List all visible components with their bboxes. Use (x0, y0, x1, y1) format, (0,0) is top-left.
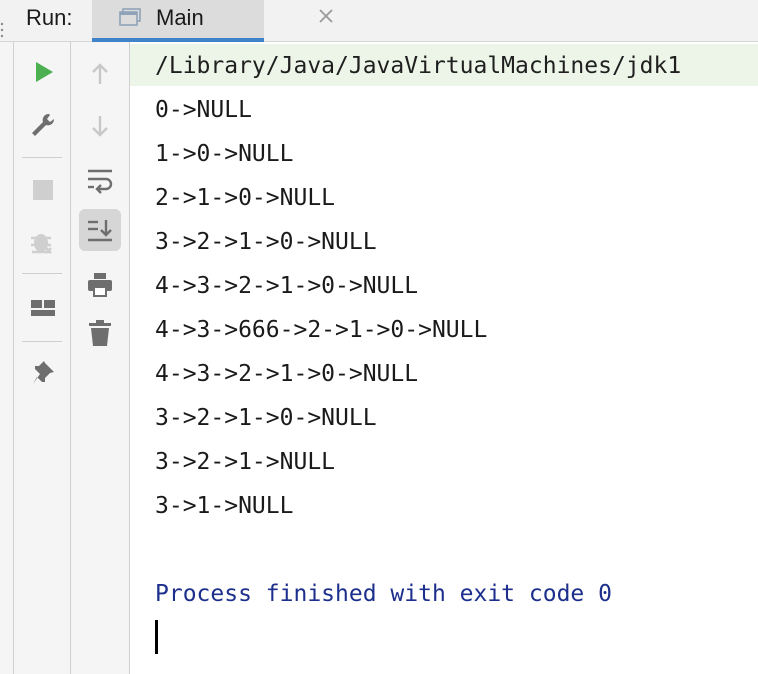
toolbar-divider (22, 341, 62, 342)
run-header: Run: Main (0, 0, 758, 42)
output-line: 4->3->2->1->0->NULL (155, 361, 419, 387)
scroll-to-end-icon[interactable] (86, 216, 114, 244)
arrow-down-icon[interactable] (86, 112, 114, 140)
toolbar-divider (22, 157, 62, 158)
output-line: 0->NULL (155, 97, 252, 123)
console-icon (119, 8, 141, 26)
gutter-edge (13, 42, 14, 674)
soft-wrap-icon[interactable] (86, 167, 114, 195)
text-caret (155, 620, 158, 654)
pin-icon[interactable] (29, 360, 57, 388)
toolbar-divider (22, 273, 62, 274)
layout-icon[interactable] (29, 295, 57, 323)
tab-main-label: Main (156, 5, 204, 30)
toolbar-separator (70, 42, 71, 674)
process-finished-message: Process finished with exit code 0 (155, 581, 612, 607)
run-tool-window: Run: Main /Library/Java/JavaVirtualMachi… (0, 0, 758, 674)
console-output[interactable]: /Library/Java/JavaVirtualMachines/jdk1 0… (130, 42, 758, 674)
tab-main[interactable]: Main (92, 0, 333, 42)
output-line: 4->3->666->2->1->0->NULL (155, 317, 488, 343)
play-icon[interactable] (29, 58, 57, 86)
output-line: 4->3->2->1->0->NULL (155, 273, 419, 299)
trash-icon[interactable] (86, 320, 114, 348)
debug-icon[interactable] (29, 228, 57, 256)
wrench-icon[interactable] (29, 111, 57, 139)
output-line: 2->1->0->NULL (155, 185, 336, 211)
output-line: 3->2->1->0->NULL (155, 229, 377, 255)
output-line: 3->2->1->0->NULL (155, 405, 377, 431)
output-line: 3->2->1->NULL (155, 449, 336, 475)
print-icon[interactable] (86, 271, 114, 299)
output-line: 1->0->NULL (155, 141, 294, 167)
stop-icon[interactable] (29, 176, 57, 204)
arrow-up-icon[interactable] (86, 60, 114, 88)
run-label: Run: (26, 5, 73, 30)
close-icon[interactable] (317, 7, 335, 25)
output-line: 3->1->NULL (155, 493, 294, 519)
command-line: /Library/Java/JavaVirtualMachines/jdk1 (155, 53, 682, 79)
drag-handle-icon[interactable] (0, 20, 4, 42)
